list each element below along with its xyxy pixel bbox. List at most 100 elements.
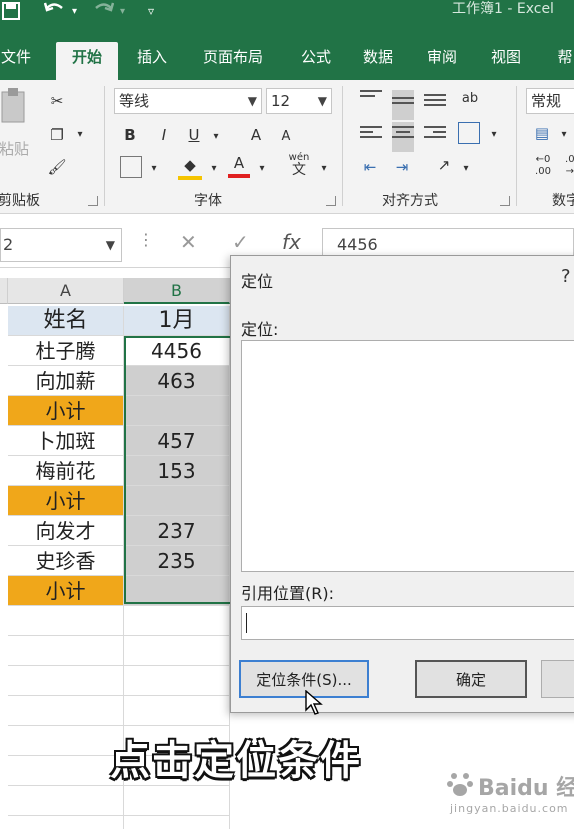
empty-cell[interactable] xyxy=(8,696,124,726)
accounting-dropdown-icon[interactable]: ▾ xyxy=(558,124,570,146)
name-cell[interactable]: 梅前花 xyxy=(8,456,124,486)
enter-button[interactable]: ✓ xyxy=(232,230,249,254)
align-left-icon[interactable] xyxy=(360,126,382,142)
merge-center-icon[interactable] xyxy=(458,122,480,144)
copy-dropdown-icon[interactable]: ▾ xyxy=(74,124,86,146)
value-cell[interactable]: 153 xyxy=(124,456,230,486)
align-right-icon[interactable] xyxy=(424,126,446,142)
fill-color-icon[interactable]: ◆ xyxy=(178,154,202,180)
orientation-dropdown-icon[interactable]: ▾ xyxy=(460,158,472,180)
copy-icon[interactable]: ❐ xyxy=(46,124,68,146)
empty-cell[interactable] xyxy=(8,606,124,636)
tab-view[interactable]: 视图 xyxy=(482,42,530,80)
increase-indent-icon[interactable]: ⇥ xyxy=(390,156,414,178)
wrap-text-button[interactable]: ab xyxy=(458,88,482,110)
format-painter-icon[interactable]: 🖌 xyxy=(46,156,68,178)
value-cell[interactable]: 237 xyxy=(124,516,230,546)
merge-dropdown-icon[interactable]: ▾ xyxy=(488,124,500,146)
font-launcher-icon[interactable] xyxy=(326,196,336,206)
tab-page-layout[interactable]: 页面布局 xyxy=(190,42,276,80)
name-cell[interactable]: 向发才 xyxy=(8,516,124,546)
name-cell[interactable]: 杜子腾 xyxy=(8,336,124,366)
tab-home[interactable]: 开始 xyxy=(56,42,118,80)
empty-cell[interactable] xyxy=(8,756,124,786)
phonetic-button[interactable]: wén 文 xyxy=(284,152,314,178)
phonetic-dropdown-icon[interactable]: ▾ xyxy=(318,158,330,180)
name-cell[interactable]: 史珍香 xyxy=(8,546,124,576)
value-cell[interactable] xyxy=(124,486,230,516)
tab-file[interactable]: 文件 xyxy=(0,42,36,80)
underline-dropdown-icon[interactable]: ▾ xyxy=(210,126,222,148)
empty-cell[interactable] xyxy=(8,726,124,756)
subtotal-name-cell[interactable]: 小计 xyxy=(8,396,124,426)
italic-button[interactable]: I xyxy=(154,124,174,146)
shrink-font-button[interactable]: A xyxy=(276,126,296,148)
empty-cell[interactable] xyxy=(8,786,124,816)
alignment-launcher-icon[interactable] xyxy=(500,196,510,206)
empty-cell[interactable] xyxy=(124,606,230,636)
redo-icon[interactable] xyxy=(92,0,115,22)
empty-cell[interactable] xyxy=(124,786,230,816)
cancel-button[interactable] xyxy=(541,660,574,698)
align-middle-icon[interactable] xyxy=(392,90,414,120)
align-bottom-icon[interactable] xyxy=(424,94,446,110)
ok-button[interactable]: 确定 xyxy=(415,660,527,698)
corner-select-all[interactable] xyxy=(0,278,8,304)
value-cell[interactable]: 4456 xyxy=(124,336,230,366)
number-format-select[interactable]: 常规 xyxy=(526,88,574,114)
reference-input[interactable] xyxy=(241,606,574,640)
align-center-icon[interactable] xyxy=(392,122,414,152)
underline-button[interactable]: U xyxy=(184,124,204,146)
empty-cell[interactable] xyxy=(124,816,230,829)
chevron-down-icon[interactable]: ▾ xyxy=(72,3,77,21)
column-header-a[interactable]: A xyxy=(8,278,124,304)
cancel-button[interactable]: ✕ xyxy=(180,230,197,254)
accounting-format-icon[interactable]: ▤ xyxy=(530,122,554,144)
decrease-indent-icon[interactable]: ⇤ xyxy=(358,156,382,178)
help-button[interactable]: ? xyxy=(561,266,571,287)
tab-insert[interactable]: 插入 xyxy=(128,42,176,80)
customize-qat-icon[interactable]: ▿ xyxy=(148,2,154,20)
tab-formulas[interactable]: 公式 xyxy=(292,42,340,80)
value-cell[interactable] xyxy=(124,576,230,606)
redo-chevron-icon[interactable]: ▾ xyxy=(120,3,125,21)
empty-cell[interactable] xyxy=(8,816,124,829)
value-cell[interactable] xyxy=(124,396,230,426)
decrease-decimal-icon[interactable]: .00→0 xyxy=(560,154,574,178)
header-cell-month[interactable]: 1月 xyxy=(124,306,230,336)
empty-cell[interactable] xyxy=(124,696,230,726)
name-box[interactable]: 2 ▼ xyxy=(0,228,122,262)
insert-function-button[interactable]: fx xyxy=(282,230,301,254)
cut-icon[interactable]: ✂ xyxy=(46,90,68,112)
fill-dropdown-icon[interactable]: ▾ xyxy=(208,158,220,180)
font-color-button[interactable]: A xyxy=(228,152,250,178)
grow-font-button[interactable]: A xyxy=(246,124,266,146)
chevron-down-icon[interactable]: ▼ xyxy=(106,229,115,261)
column-header-b[interactable]: B xyxy=(124,278,230,304)
header-cell-name[interactable]: 姓名 xyxy=(8,306,124,336)
bold-button[interactable]: B xyxy=(120,124,140,146)
empty-cell[interactable] xyxy=(124,666,230,696)
name-cell[interactable]: 向加薪 xyxy=(8,366,124,396)
subtotal-name-cell[interactable]: 小计 xyxy=(8,486,124,516)
save-icon[interactable] xyxy=(2,2,20,24)
increase-decimal-icon[interactable]: ←0.00 xyxy=(530,154,556,178)
font-size-select[interactable]: 12 ▼ xyxy=(266,88,332,114)
border-icon[interactable] xyxy=(120,156,142,178)
paste-icon[interactable] xyxy=(0,86,28,126)
empty-cell[interactable] xyxy=(124,636,230,666)
undo-icon[interactable] xyxy=(43,0,66,22)
formula-bar-menu-icon[interactable]: ⋮ xyxy=(138,230,154,249)
paste-label[interactable]: 粘贴 xyxy=(0,138,34,160)
subtotal-name-cell[interactable]: 小计 xyxy=(8,576,124,606)
tab-help[interactable]: 帮 xyxy=(550,42,574,80)
special-button[interactable]: 定位条件(S)... xyxy=(239,660,369,698)
name-cell[interactable]: 卜加斑 xyxy=(8,426,124,456)
align-top-icon[interactable] xyxy=(360,90,382,106)
orientation-icon[interactable]: ↗ xyxy=(432,154,456,176)
goto-list[interactable] xyxy=(241,340,574,572)
clipboard-launcher-icon[interactable] xyxy=(88,196,98,206)
font-color-dropdown-icon[interactable]: ▾ xyxy=(256,158,268,180)
empty-cell[interactable] xyxy=(8,636,124,666)
tab-review[interactable]: 审阅 xyxy=(418,42,466,80)
